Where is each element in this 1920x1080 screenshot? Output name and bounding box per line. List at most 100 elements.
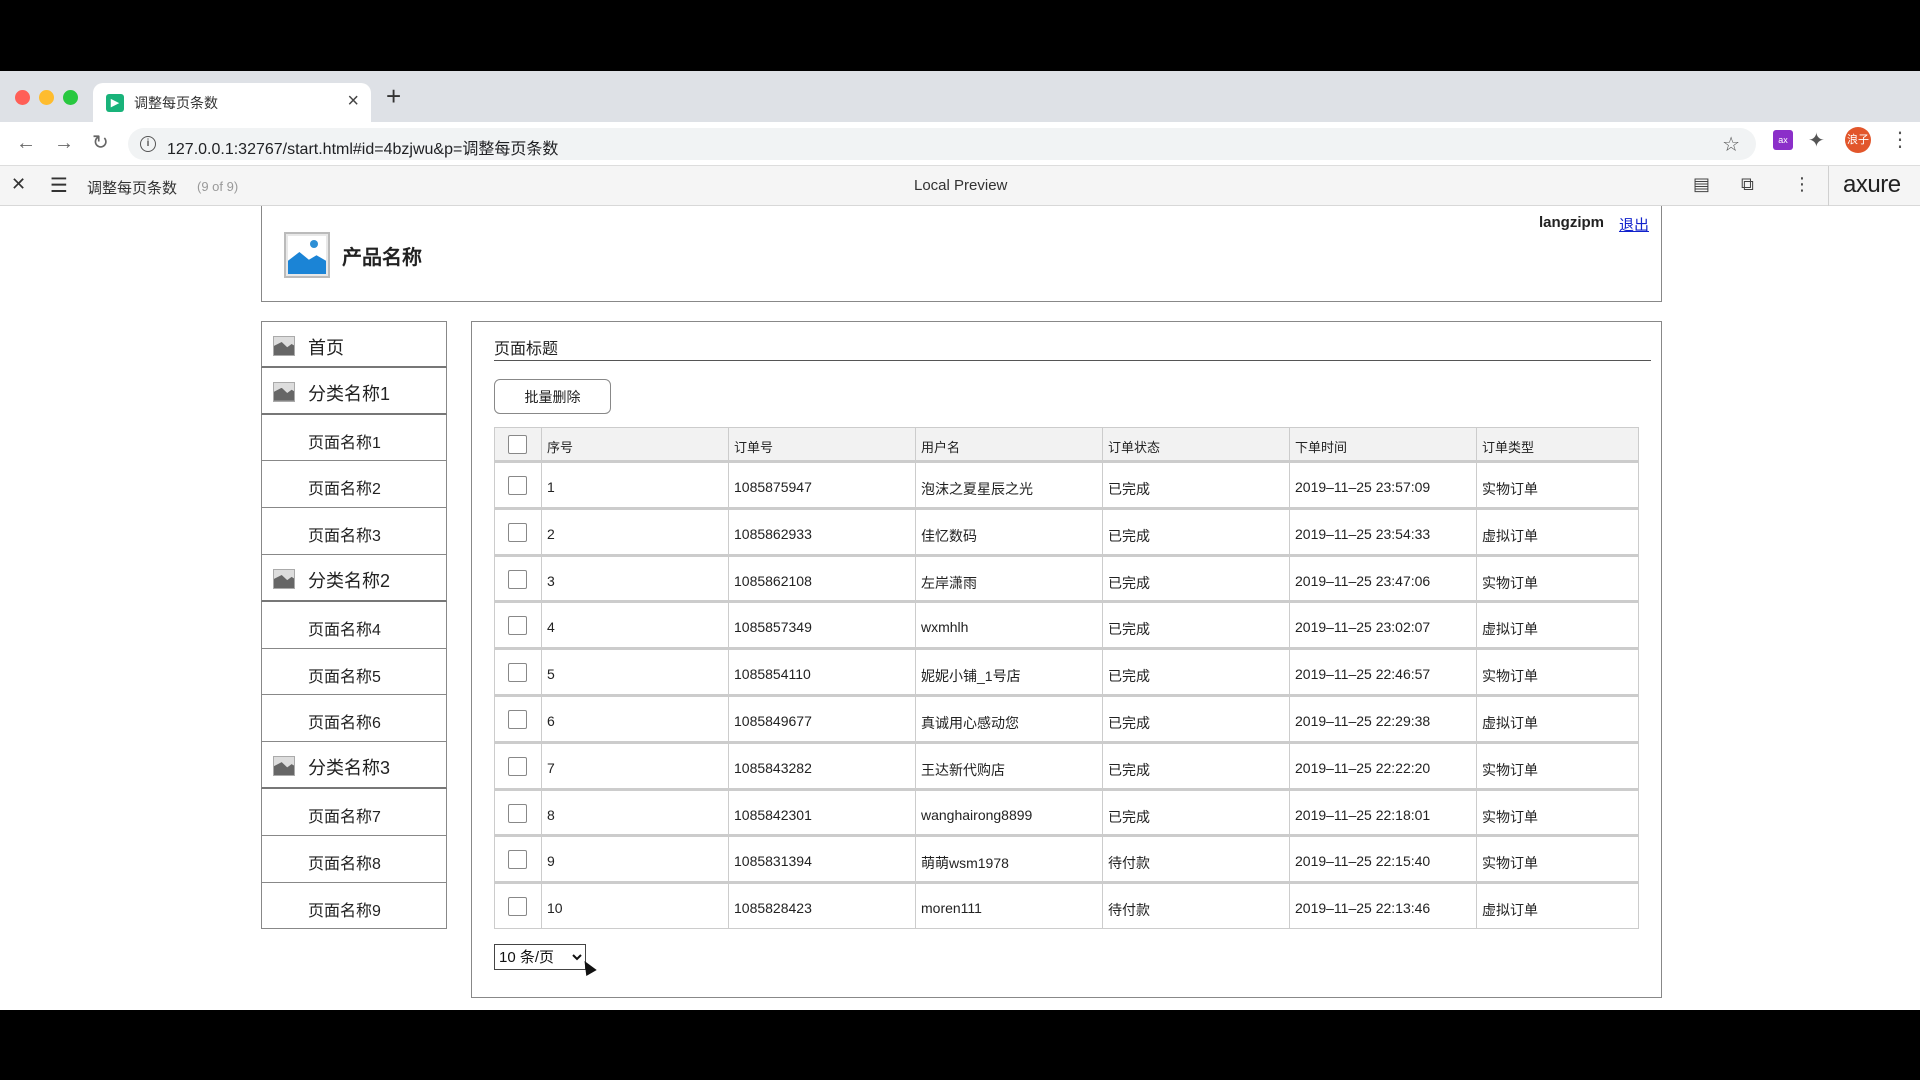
close-icon[interactable]: ✕ bbox=[11, 174, 26, 195]
browser-tab[interactable]: ▶ 调整每页条数 × bbox=[93, 83, 371, 122]
sidebar-item[interactable]: 分类名称1 bbox=[261, 367, 447, 415]
table-cell: 佳忆数码 bbox=[915, 509, 1102, 554]
cell-value: 已完成 bbox=[1108, 621, 1150, 638]
table-cell: 3 bbox=[541, 556, 728, 601]
table-cell: 实物订单 bbox=[1476, 650, 1639, 694]
select-all-checkbox[interactable] bbox=[508, 435, 527, 454]
browser-window: ▶ 调整每页条数 × + ← → ↻ i 127.0.0.1:32767/sta… bbox=[0, 71, 1920, 1010]
avatar[interactable]: 浪子 bbox=[1845, 127, 1871, 153]
row-checkbox[interactable] bbox=[508, 709, 527, 729]
row-checkbox[interactable] bbox=[508, 663, 527, 683]
sidebar-item[interactable]: 分类名称2 bbox=[261, 554, 447, 602]
info-icon[interactable]: i bbox=[140, 136, 156, 152]
sidebar-item[interactable]: 分类名称3 bbox=[261, 742, 447, 789]
url-field[interactable]: i 127.0.0.1:32767/start.html#id=4bzjwu&p… bbox=[128, 128, 1756, 160]
inspect-icon[interactable]: ⧉ bbox=[1741, 174, 1754, 195]
sidebar-item[interactable]: 页面名称6 bbox=[261, 695, 447, 743]
cell-value: 虚拟订单 bbox=[1482, 527, 1538, 544]
page-size-select[interactable]: 10 条/页 bbox=[494, 944, 586, 970]
row-checkbox[interactable] bbox=[508, 616, 527, 636]
table-cell: 6 bbox=[541, 696, 728, 741]
column-header: 用户名 bbox=[915, 428, 1102, 460]
sidebar-item[interactable]: 页面名称4 bbox=[261, 601, 447, 649]
cell-value: 实物订单 bbox=[1482, 574, 1538, 591]
cell-value: 2019–11–25 22:22:20 bbox=[1295, 759, 1431, 776]
table-row: 8 1085842301 wanghairong8899 已完成 2019–11–25 … bbox=[494, 788, 1639, 836]
table-cell: 萌萌wsm1978 bbox=[915, 837, 1102, 882]
new-tab-button[interactable]: + bbox=[386, 83, 401, 109]
table-cell: 虚拟订单 bbox=[1476, 509, 1639, 554]
cell-value: 3 bbox=[547, 572, 555, 589]
prototype-page: 产品名称 langzipm 退出 首页 分类名称1 页面名称1 页面名称2 页面名称3 分… bbox=[0, 206, 1920, 1010]
product-logo-image bbox=[284, 232, 330, 278]
table-cell: 实物订单 bbox=[1476, 556, 1639, 601]
cell-value: 虚拟订单 bbox=[1482, 902, 1538, 919]
puzzle-icon[interactable]: ✦ bbox=[1808, 128, 1825, 153]
column-header: 序号 bbox=[541, 428, 728, 460]
cell-value: 实物订单 bbox=[1482, 855, 1538, 872]
sidebar-item[interactable]: 页面名称5 bbox=[261, 648, 447, 696]
cell-value: 8 bbox=[547, 806, 555, 823]
tab-strip: ▶ 调整每页条数 × + bbox=[0, 71, 1920, 122]
cell-value: 6 bbox=[547, 712, 555, 729]
sidebar-item[interactable]: 页面名称1 bbox=[261, 414, 447, 462]
more-vert-icon[interactable]: ⋮ bbox=[1890, 127, 1910, 152]
sidebar-item-label: 页面名称6 bbox=[308, 715, 381, 733]
row-checkbox[interactable] bbox=[508, 850, 527, 870]
column-header: 订单号 bbox=[728, 428, 915, 460]
sidebar-item-label: 页面名称9 bbox=[308, 902, 381, 920]
sidebar-item[interactable]: 页面名称9 bbox=[261, 882, 447, 930]
sidebar-item[interactable]: 页面名称8 bbox=[261, 835, 447, 883]
sidebar-item[interactable]: 页面名称7 bbox=[261, 788, 447, 836]
image-icon bbox=[273, 756, 295, 777]
logout-link[interactable]: 退出 bbox=[1619, 214, 1649, 235]
table-cell: 1085843282 bbox=[728, 743, 915, 788]
batch-delete-button[interactable]: 批量删除 bbox=[494, 379, 611, 414]
row-checkbox[interactable] bbox=[508, 569, 527, 589]
sidebar-item[interactable]: 页面名称2 bbox=[261, 461, 447, 509]
row-checkbox[interactable] bbox=[508, 897, 527, 917]
table-cell: 2019–11–25 23:02:07 bbox=[1289, 603, 1476, 648]
row-checkbox[interactable] bbox=[508, 476, 527, 495]
cell-value: 实物订单 bbox=[1482, 761, 1538, 778]
product-name: 产品名称 bbox=[342, 247, 422, 269]
forward-arrow-icon[interactable]: → bbox=[54, 132, 74, 154]
cell-value: 4 bbox=[547, 619, 555, 636]
table-cell: 已完成 bbox=[1102, 650, 1289, 694]
row-checkbox[interactable] bbox=[508, 803, 527, 823]
cell-value: 待付款 bbox=[1108, 902, 1150, 919]
table-cell: 已完成 bbox=[1102, 743, 1289, 788]
cell-value: 佳忆数码 bbox=[921, 527, 977, 544]
cell-value: 2 bbox=[547, 525, 555, 542]
notes-icon[interactable]: ▤ bbox=[1693, 174, 1710, 195]
back-arrow-icon[interactable]: ← bbox=[16, 132, 36, 154]
table-cell: wxmhlh bbox=[915, 603, 1102, 648]
more-vert-icon[interactable]: ⋮ bbox=[1793, 174, 1811, 195]
table-cell: 已完成 bbox=[1102, 603, 1289, 648]
star-icon[interactable]: ☆ bbox=[1722, 132, 1740, 157]
sidebar-item[interactable]: 页面名称3 bbox=[261, 508, 447, 555]
reload-icon[interactable]: ↻ bbox=[92, 132, 109, 154]
cell-value: 10 bbox=[547, 900, 563, 917]
cell-value: 2019–11–25 22:46:57 bbox=[1295, 666, 1431, 683]
cell-value: 1085875947 bbox=[734, 479, 812, 495]
cell-value: 1085854110 bbox=[734, 666, 811, 683]
table-cell: 已完成 bbox=[1102, 463, 1289, 507]
cell-value: 已完成 bbox=[1108, 668, 1150, 685]
menu-icon[interactable]: ☰ bbox=[50, 173, 68, 198]
window-minimize-button[interactable] bbox=[39, 90, 54, 105]
sidebar-item-label: 页面名称3 bbox=[308, 528, 381, 546]
table-cell: 泡沫之夏星辰之光 bbox=[915, 463, 1102, 507]
row-checkbox[interactable] bbox=[508, 522, 527, 542]
url-text[interactable]: 127.0.0.1:32767/start.html#id=4bzjwu&p=调… bbox=[167, 135, 558, 159]
sidebar-item-label: 页面名称2 bbox=[308, 481, 381, 499]
axure-extension-icon[interactable]: ax bbox=[1773, 130, 1793, 150]
row-checkbox[interactable] bbox=[508, 756, 527, 776]
sidebar-item-label: 首页 bbox=[308, 338, 344, 358]
sidebar-item[interactable]: 首页 bbox=[261, 321, 447, 368]
window-maximize-button[interactable] bbox=[63, 90, 78, 105]
close-icon[interactable]: × bbox=[347, 90, 359, 113]
table-cell: 1085842301 bbox=[728, 790, 915, 835]
cell-value: 虚拟订单 bbox=[1482, 621, 1538, 638]
window-close-button[interactable] bbox=[15, 90, 30, 105]
